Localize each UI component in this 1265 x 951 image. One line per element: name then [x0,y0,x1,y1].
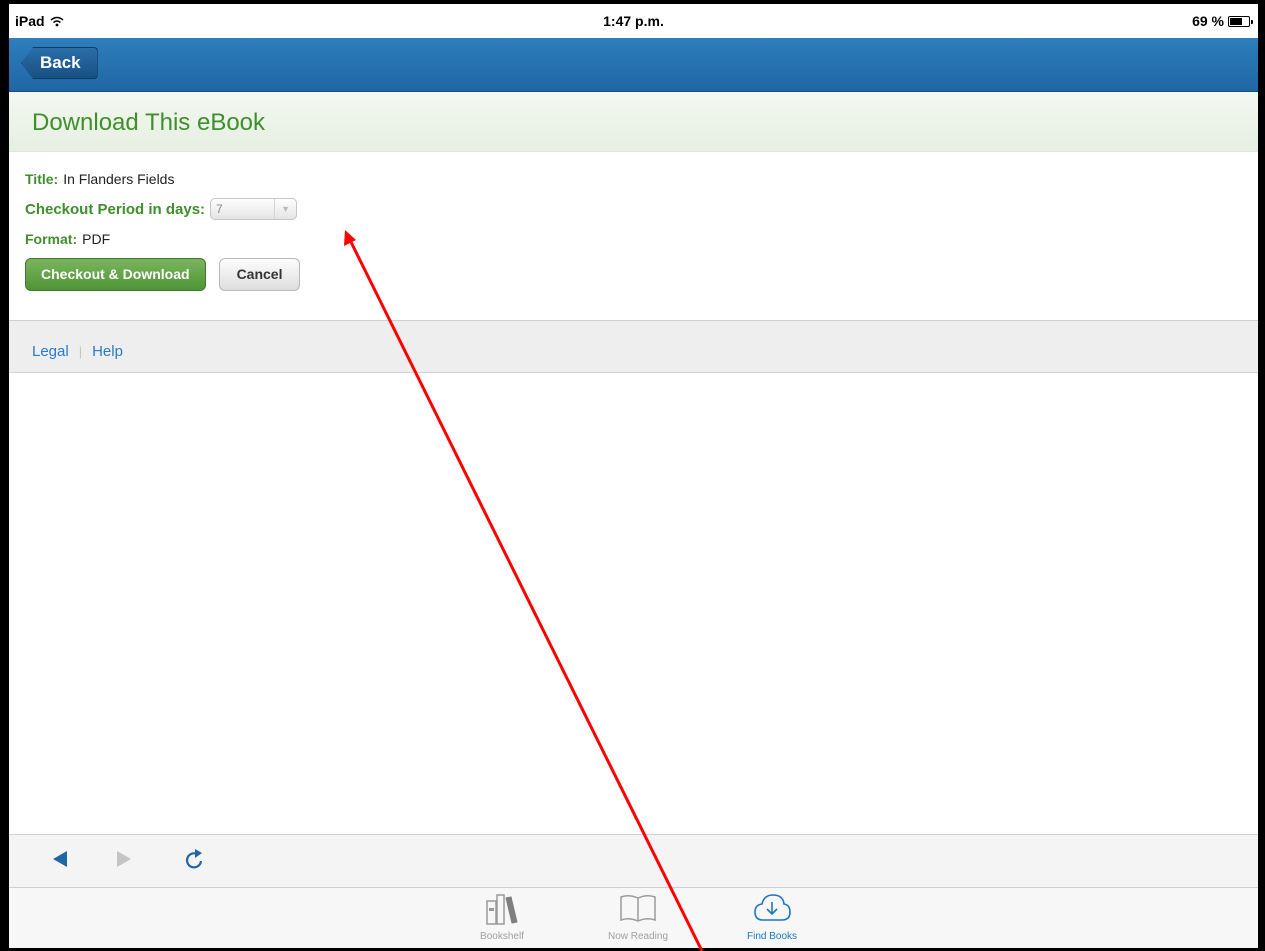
battery-fill [1230,17,1242,25]
link-separator: | [78,344,83,359]
tab-now-reading[interactable]: Now Reading [593,892,683,942]
download-form: Title: In Flanders Fields Checkout Perio… [25,164,301,291]
forward-arrow-icon[interactable] [115,848,133,870]
checkout-period-label: Checkout Period in days: [25,200,206,218]
checkout-download-button[interactable]: Checkout & Download [25,258,206,291]
app-screen: iPad 1:47 p.m. 69 % Back Download This e… [9,4,1258,948]
page-header: Download This eBook [9,92,1258,152]
checkout-row: Checkout Period in days: 7 ▼ [25,194,300,224]
title-label: Title: [25,171,59,187]
title-row: Title: In Flanders Fields [25,164,300,194]
tab-bar: Bookshelf Now Reading Find Books [9,887,1258,948]
checkout-period-select[interactable]: 7 ▼ [210,198,298,220]
tab-bookshelf[interactable]: Bookshelf [457,892,547,942]
legal-link[interactable]: Legal [32,343,69,360]
tab-find-books[interactable]: Find Books [727,892,817,942]
format-label: Format: [25,231,78,247]
open-book-icon [620,894,656,922]
cancel-button[interactable]: Cancel [218,258,301,291]
cloud-download-icon [754,894,791,921]
format-value: PDF [82,231,111,247]
footer-links-bar: Legal | Help [9,320,1258,373]
reload-icon[interactable] [184,848,206,872]
title-value: In Flanders Fields [63,171,175,187]
help-link[interactable]: Help [92,343,123,360]
status-bar-right: 69 % [1192,13,1253,29]
bookshelf-icon [486,894,518,925]
page-title: Download This eBook [32,109,266,136]
battery-percent: 69 % [1192,13,1224,29]
checkout-period-value: 7 [216,202,223,216]
status-bar: iPad 1:47 p.m. 69 % [9,4,1258,38]
tab-label-find-books: Find Books [746,931,798,942]
status-time: 1:47 p.m. [603,13,664,29]
format-row: Format: PDF [25,224,300,254]
tab-label-bookshelf: Bookshelf [480,931,524,942]
battery-icon [1228,15,1253,27]
footer-links: Legal | Help [32,343,123,360]
back-button[interactable]: Back [21,47,98,79]
back-arrow-icon[interactable] [51,848,69,870]
form-buttons: Checkout & Download Cancel [25,258,301,291]
chevron-down-icon: ▼ [274,199,296,219]
navigation-bar: Back [9,38,1258,92]
browser-toolbar [9,834,1258,887]
tab-label-now-reading: Now Reading [607,931,669,942]
